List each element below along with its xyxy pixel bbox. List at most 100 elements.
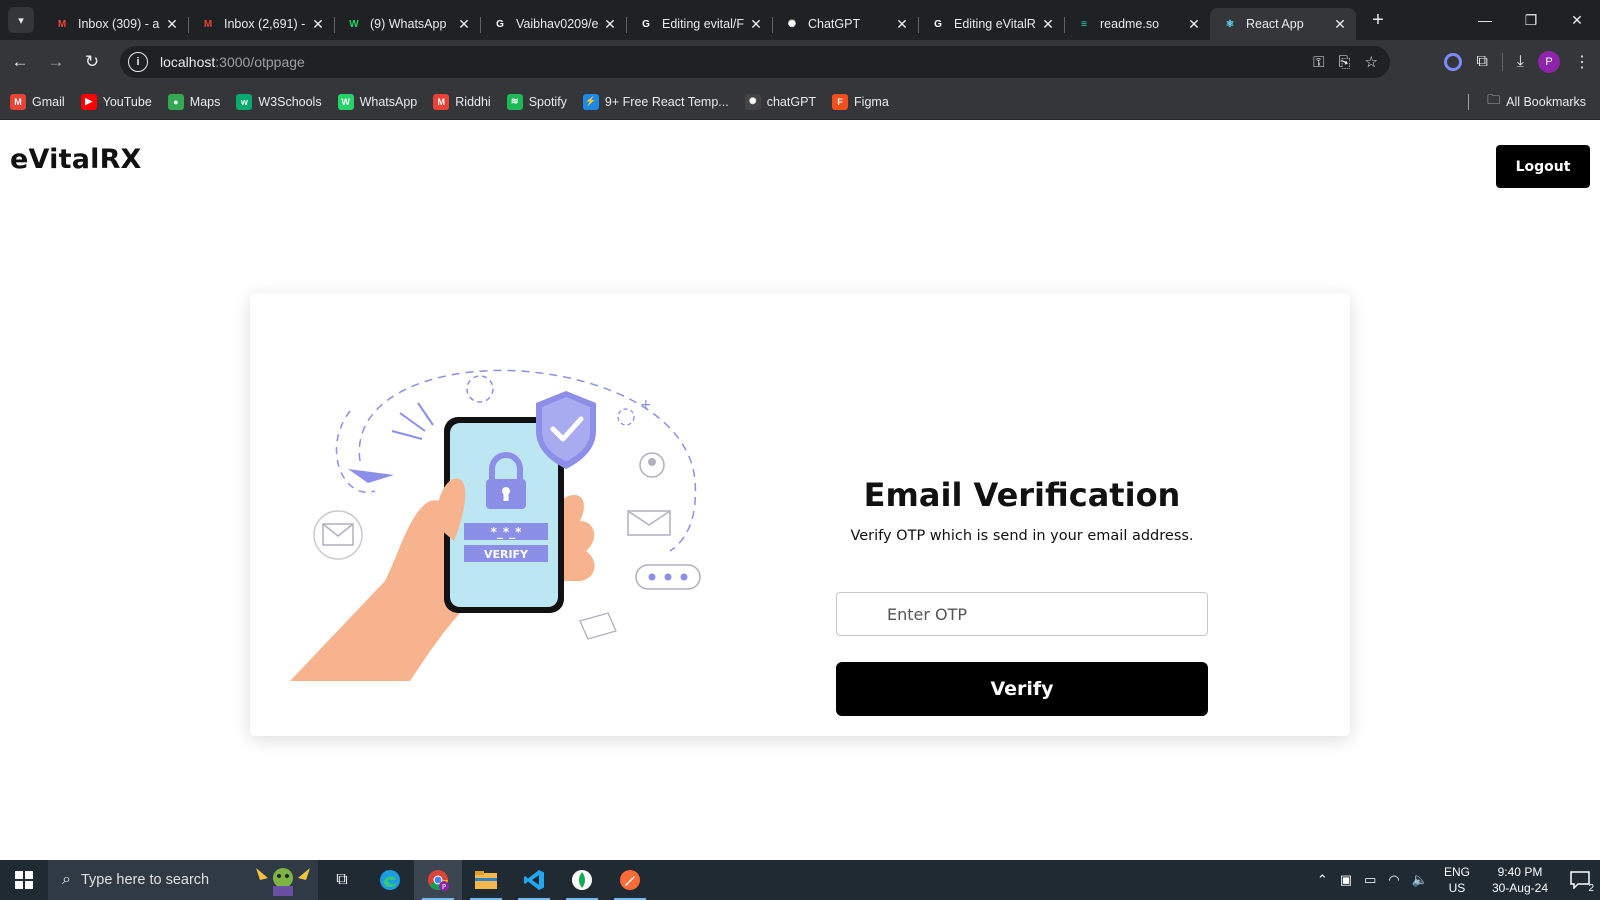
toolbar-divider [1501, 53, 1503, 71]
bookmark-item[interactable]: M Riddhi [433, 93, 491, 110]
extension-color-icon[interactable] [1444, 53, 1463, 71]
tab-close-icon[interactable]: ✕ [1332, 16, 1348, 33]
bookmark-item[interactable]: ✺ chatGPT [744, 93, 816, 110]
spark-line [399, 412, 426, 432]
browser-extensions: ⧉ ⤓ P ⋮ [1444, 46, 1590, 78]
tab-close-icon[interactable]: ✕ [310, 16, 326, 33]
spark-line [417, 402, 434, 426]
taskbar-search[interactable]: ⌕ Type here to search [48, 860, 318, 900]
figma-icon: F [832, 93, 849, 110]
bookmarks-bar: M Gmail ▶ YouTube ● Maps w W3Schools W WhatsApp M R… [0, 84, 1600, 120]
github-icon: G [642, 18, 650, 30]
system-tray: ⌃ ▣ ▭ ◠ 🔈 ENG US 9:40 PM 30-Aug-24 2 [1311, 860, 1600, 900]
browser-tab[interactable]: G Editing eVitalR ✕ [918, 8, 1064, 40]
close-window-icon[interactable]: ✕ [1554, 0, 1600, 40]
mongodb-compass-icon[interactable] [558, 860, 606, 900]
install-app-icon[interactable]: ⎘ [1339, 54, 1351, 71]
windows-taskbar: ⌕ Type here to search ⧉ P ⌃ ▣ ▭ ◠ 🔈 ENG … [0, 860, 1600, 900]
bookmark-item[interactable]: F Figma [832, 93, 889, 110]
bookmark-item[interactable]: M Gmail [10, 93, 65, 110]
chrome-icon[interactable]: P [414, 860, 462, 900]
verify-button[interactable]: Verify [836, 662, 1208, 716]
brand-logo[interactable]: eVitalRX [10, 144, 142, 175]
github-icon: G [934, 18, 942, 30]
bookmark-star-icon[interactable]: ☆ [1365, 53, 1378, 71]
otp-illustration: *_*_* VERIFY + [290, 369, 701, 681]
all-bookmarks-button[interactable]: 🗀 All Bookmarks [1468, 84, 1586, 120]
gmail-icon: M [433, 93, 450, 110]
clock-date: 30-Aug-24 [1491, 881, 1548, 895]
whatsapp-icon: W [337, 93, 354, 110]
url-text[interactable]: localhost:3000/otppage [160, 54, 305, 70]
whatsapp-icon: W [349, 18, 359, 30]
envelope-flap [322, 523, 354, 537]
tab-close-icon[interactable]: ✕ [1040, 16, 1056, 33]
restore-icon[interactable]: ❐ [1508, 0, 1554, 40]
bookmark-item[interactable]: W WhatsApp [337, 93, 417, 110]
logout-button[interactable]: Logout [1496, 145, 1590, 188]
otp-input[interactable] [836, 592, 1208, 636]
meet-now-icon[interactable]: ▣ [1340, 872, 1352, 888]
browser-tab[interactable]: ✺ ChatGPT ✕ [772, 8, 918, 40]
notification-count: 2 [1588, 883, 1594, 894]
bookmark-item[interactable]: ● Maps [167, 93, 220, 110]
browser-tab[interactable]: G Vaibhav0209/e ✕ [480, 8, 626, 40]
address-bar[interactable]: i localhost:3000/otppage ⚿ ⎘ ☆ [120, 46, 1390, 78]
language-code: ENG [1443, 865, 1470, 879]
bookmark-item[interactable]: ▶ YouTube [80, 93, 152, 110]
postman-icon[interactable] [606, 860, 654, 900]
tab-close-icon[interactable]: ✕ [602, 16, 618, 33]
folder-icon: 🗀 [1487, 92, 1501, 107]
volume-icon[interactable]: 🔈 [1412, 872, 1428, 888]
reload-icon[interactable]: ↻ [76, 46, 108, 78]
profile-avatar[interactable]: P [1538, 51, 1560, 73]
new-tab-button[interactable]: + [1364, 6, 1392, 34]
bookmark-item[interactable]: ≋ Spotify [506, 93, 567, 110]
browser-tab[interactable]: M Inbox (2,691) - ✕ [188, 8, 334, 40]
browser-tab[interactable]: ≡ readme.so ✕ [1064, 8, 1210, 40]
windows-start-icon[interactable] [0, 860, 48, 900]
keyhole-slot [503, 491, 509, 501]
language-indicator[interactable]: ENG US [1444, 864, 1470, 896]
back-icon[interactable]: ← [4, 46, 36, 78]
clock[interactable]: 9:40 PM 30-Aug-24 [1492, 864, 1548, 896]
tab-close-icon[interactable]: ✕ [1186, 16, 1202, 33]
battery-icon[interactable]: ▭ [1364, 872, 1376, 888]
tab-search-icon[interactable]: ▾ [8, 7, 34, 33]
bookmark-item[interactable]: ⚡ 9+ Free React Temp... [582, 93, 729, 110]
browser-tab-strip: ▾ M Inbox (309) - a ✕ M Inbox (2,691) - ✕ W (9)… [0, 0, 1600, 40]
tab-close-icon[interactable]: ✕ [894, 16, 910, 33]
tray-chevron-icon[interactable]: ⌃ [1317, 872, 1328, 888]
browser-tab[interactable]: G Editing evital/F ✕ [626, 8, 772, 40]
site-info-icon[interactable]: i [128, 52, 148, 72]
wifi-icon[interactable]: ◠ [1388, 872, 1399, 888]
envelope-circle [313, 510, 363, 560]
browser-tab[interactable]: M Inbox (309) - a ✕ [42, 8, 188, 40]
vscode-icon[interactable] [510, 860, 558, 900]
chatgpt-icon: ✺ [744, 93, 761, 110]
browser-menu-icon[interactable]: ⋮ [1574, 52, 1590, 72]
extensions-puzzle-icon[interactable]: ⧉ [1476, 53, 1487, 71]
tab-close-icon[interactable]: ✕ [164, 16, 180, 33]
browser-tab[interactable]: W (9) WhatsApp ✕ [334, 8, 480, 40]
bookmark-label: Gmail [32, 94, 65, 109]
password-key-icon[interactable]: ⚿ [1313, 54, 1324, 71]
tab-close-icon[interactable]: ✕ [748, 16, 764, 33]
browser-tab[interactable]: ⚛ React App ✕ [1210, 8, 1356, 40]
tab-title: readme.so [1100, 17, 1160, 31]
maps-icon: ● [167, 93, 184, 110]
forward-icon[interactable]: → [40, 46, 72, 78]
task-view-icon[interactable]: ⧉ [318, 860, 366, 900]
minimize-icon[interactable]: — [1462, 0, 1508, 40]
keyboard-layout: US [1448, 881, 1466, 895]
file-explorer-icon[interactable] [462, 860, 510, 900]
tab-close-icon[interactable]: ✕ [456, 16, 472, 33]
vscode-logo [524, 870, 544, 890]
edge-icon[interactable] [366, 860, 414, 900]
download-icon[interactable]: ⤓ [1517, 53, 1524, 71]
browser-toolbar: ← → ↻ i localhost:3000/otppage ⚿ ⎘ ☆ ⧉ ⤓… [0, 40, 1600, 84]
spark-line [391, 430, 423, 440]
bookmark-item[interactable]: w W3Schools [236, 93, 322, 110]
search-icon: ⌕ [62, 871, 71, 888]
notification-center-icon[interactable]: 2 [1560, 860, 1600, 900]
